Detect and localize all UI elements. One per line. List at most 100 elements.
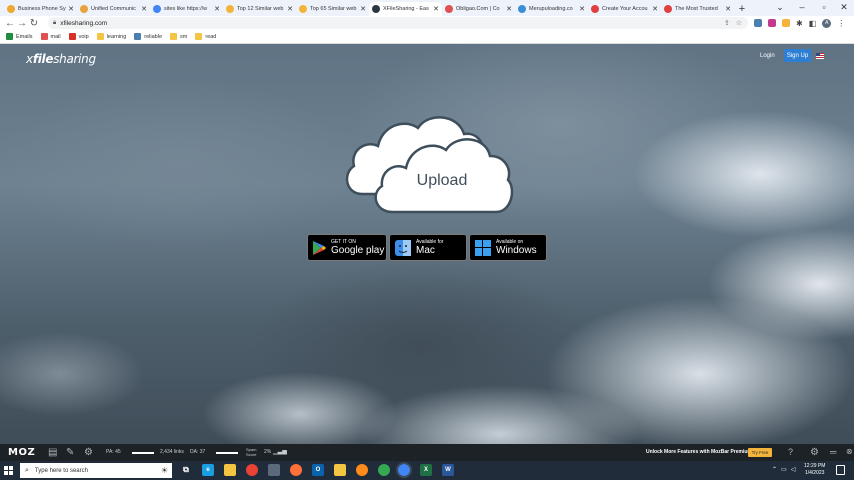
tab-favicon-icon — [153, 5, 161, 13]
task-view-icon[interactable]: ⧉ — [180, 464, 192, 476]
menu-icon[interactable]: ⋮ — [837, 19, 845, 28]
bookmark-icon — [6, 33, 13, 40]
tab-close-icon[interactable]: ✕ — [68, 5, 74, 13]
word-icon[interactable]: W — [442, 464, 454, 476]
browser-tab[interactable]: Top 65 Similar web ✕ — [296, 2, 369, 16]
weather-widget-icon[interactable]: ☀ — [161, 466, 168, 475]
bookmark-item[interactable]: reliable — [134, 33, 162, 40]
browser-tab[interactable]: Business Phone Sy ✕ — [4, 2, 77, 16]
taskbar-clock[interactable]: 12:29 PM 1/4/2023 — [804, 463, 825, 477]
extension-icon[interactable] — [768, 19, 776, 27]
network-icon[interactable]: ▭ — [781, 466, 787, 473]
firefox-icon[interactable] — [290, 464, 302, 476]
chrome-alt-icon[interactable] — [378, 464, 390, 476]
us-flag-icon[interactable] — [816, 53, 824, 59]
tab-search-icon[interactable]: ⌄ — [770, 0, 790, 14]
address-bar[interactable]: 🔒︎ xfilesharing.com ⇪ ☆ — [48, 17, 748, 29]
show-hidden-icons[interactable]: ⌃ — [772, 466, 777, 473]
browser-tab[interactable]: Top 12 Similar web ✕ — [223, 2, 296, 16]
premium-promo: Unlock More Features with MozBar Premium — [646, 449, 752, 455]
moz-logo[interactable]: MOZ — [8, 447, 35, 458]
minimize-icon[interactable]: – — [792, 0, 812, 14]
bookmark-item[interactable]: read — [195, 33, 216, 40]
tab-close-icon[interactable]: ✕ — [287, 5, 293, 13]
bookmark-item[interactable]: learning — [96, 33, 126, 40]
bookmark-icon — [68, 33, 76, 40]
close-mozbar-icon[interactable]: ⊗ — [846, 447, 853, 456]
browser-tab[interactable]: Merupuloading.co ✕ — [515, 2, 588, 16]
volume-icon[interactable]: ◁ — [791, 466, 796, 473]
chrome-active-icon[interactable] — [396, 462, 412, 478]
browser-tab[interactable]: The Most Trusted ✕ — [661, 2, 734, 16]
browser-tab[interactable]: Obligao.Com | Co ✕ — [442, 2, 515, 16]
highlighter-icon[interactable]: ✎ — [66, 447, 74, 458]
extension-icon[interactable] — [754, 19, 762, 27]
windows-download-button[interactable]: Available on Windows — [469, 234, 547, 261]
edge-icon[interactable]: e — [202, 464, 214, 476]
login-link[interactable]: Login — [760, 53, 775, 59]
settings-check-icon[interactable]: ⚙ — [84, 447, 93, 458]
tab-close-icon[interactable]: ✕ — [506, 5, 512, 13]
tab-label: sites like https://w — [164, 6, 208, 12]
extension-icon[interactable] — [782, 19, 790, 27]
site-logo[interactable]: xfilesharing — [26, 52, 96, 66]
start-button[interactable] — [4, 466, 13, 475]
sidebar-icon[interactable]: ◧ — [809, 19, 817, 28]
sticky-notes-icon[interactable] — [334, 464, 346, 476]
forward-icon[interactable]: → — [16, 18, 28, 29]
browser-tab[interactable]: Unified Communic ✕ — [77, 2, 150, 16]
bookmark-item[interactable]: Emails — [6, 33, 33, 40]
new-tab-button[interactable]: + — [734, 2, 750, 16]
help-icon[interactable]: ? — [788, 447, 793, 457]
chrome-icon[interactable] — [246, 464, 258, 476]
spam-score-label: Spam Score — [246, 447, 257, 457]
lock-icon[interactable]: 🔒︎ — [53, 20, 56, 27]
google-play-button[interactable]: GET IT ON Google play — [307, 234, 387, 261]
tab-close-icon[interactable]: ✕ — [579, 5, 585, 13]
excel-icon[interactable]: X — [420, 464, 432, 476]
bookmark-item[interactable]: voip — [68, 33, 89, 40]
signup-button[interactable]: Sign Up — [784, 49, 811, 62]
back-icon[interactable]: ← — [4, 18, 16, 29]
system-tray: ⌃ ▭ ◁ — [772, 466, 795, 473]
try-free-button[interactable]: Try Free — [748, 448, 772, 457]
profile-avatar[interactable]: A — [822, 18, 832, 28]
upload-cloud-icon[interactable] — [340, 106, 516, 218]
tab-close-icon[interactable]: ✕ — [141, 5, 147, 13]
bookmark-item[interactable]: mail — [40, 33, 61, 40]
puzzle-icon[interactable]: ✱ — [796, 19, 803, 28]
tab-label: Top 12 Similar web — [237, 6, 284, 12]
clock-time: 12:29 PM — [804, 463, 826, 469]
upload-label[interactable]: Upload — [382, 172, 502, 190]
taskbar-search[interactable]: ⌕ Type here to search ☀ — [20, 463, 172, 478]
tab-close-icon[interactable]: ✕ — [725, 5, 731, 13]
browser-tab[interactable]: XFileSharing - Eas ✕ — [369, 2, 442, 16]
share-icon[interactable]: ⇪ — [724, 19, 730, 27]
signal-bars-icon: ▁▃▅ — [273, 449, 287, 455]
app-icon[interactable] — [268, 464, 280, 476]
file-explorer-icon[interactable] — [224, 464, 236, 476]
mac-download-button[interactable]: Available for Mac — [389, 234, 467, 261]
browser-toolbar: ← → ↻ 🔒︎ xfilesharing.com ⇪ ☆ — [0, 16, 854, 30]
page-analysis-icon[interactable]: ▤ — [48, 447, 57, 458]
close-window-icon[interactable]: ✕ — [834, 0, 854, 14]
browser-tab[interactable]: Create Your Accou ✕ — [588, 2, 661, 16]
tab-favicon-icon — [664, 5, 672, 13]
tab-close-icon[interactable]: ✕ — [360, 5, 366, 13]
tab-close-icon[interactable]: ✕ — [433, 5, 439, 13]
bookmark-icon — [195, 33, 203, 40]
collapse-icon[interactable]: ═ — [830, 447, 836, 457]
maximize-icon[interactable]: ▫ — [814, 0, 834, 14]
browser-tab[interactable]: sites like https://w ✕ — [150, 2, 223, 16]
outlook-icon[interactable]: O — [312, 464, 324, 476]
bookmark-star-icon[interactable]: ☆ — [736, 19, 742, 27]
bookmark-item[interactable]: sm — [170, 33, 187, 40]
notification-icon[interactable] — [836, 465, 845, 475]
tab-favicon-icon — [445, 5, 453, 13]
tab-close-icon[interactable]: ✕ — [214, 5, 220, 13]
tab-close-icon[interactable]: ✕ — [652, 5, 658, 13]
settings-icon[interactable]: ⚙ — [810, 447, 819, 458]
tab-list: Business Phone Sy ✕ Unified Communic ✕ sites… — [4, 2, 734, 16]
reload-icon[interactable]: ↻ — [28, 18, 40, 29]
firefox-alt-icon[interactable] — [356, 464, 368, 476]
